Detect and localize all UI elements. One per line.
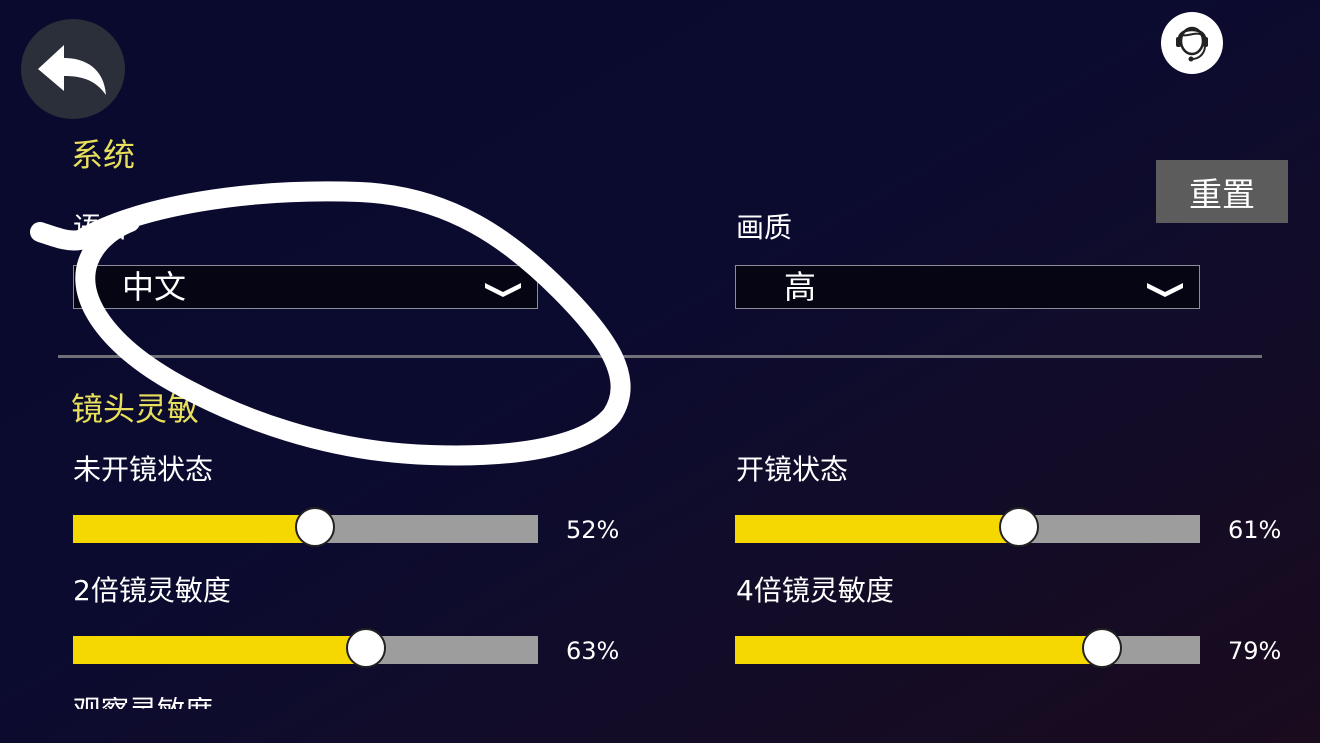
customer-support-icon [1176,26,1208,62]
slider-thumb[interactable] [345,628,386,668]
reset-button[interactable]: 重置 [1156,160,1288,223]
slider-label-observe-cutoff: 观察灵敏度 [73,697,213,709]
slider-thumb[interactable] [998,507,1039,547]
slider-value-scoped: 61% [1228,516,1282,544]
quality-label: 画质 [736,211,793,244]
slider-fill [735,636,1103,664]
back-button[interactable] [21,19,125,119]
slider-fill [73,636,366,664]
slider-label-2x-scope: 2倍镜灵敏度 [73,574,231,607]
slider-2x-scope[interactable] [73,628,538,668]
slider-label-unscoped: 未开镜状态 [73,453,214,486]
slider-value-unscoped: 52% [566,516,620,544]
chevron-down-icon [1147,283,1183,297]
language-dropdown[interactable]: 中文 [73,265,538,309]
language-label: 语言 [73,211,130,244]
slider-label-scoped: 开镜状态 [736,453,849,486]
quality-dropdown[interactable]: 高 [735,265,1200,309]
section-title-system: 系统 [71,136,136,174]
slider-value-2x-scope: 63% [566,637,620,665]
slider-4x-scope[interactable] [735,628,1200,668]
customer-support-button[interactable] [1161,12,1223,74]
quality-value: 高 [784,268,817,306]
hand-drawn-circle-annotation [30,181,631,466]
language-value: 中文 [122,268,187,306]
slider-unscoped[interactable] [73,507,538,547]
slider-thumb[interactable] [294,507,335,547]
slider-value-4x-scope: 79% [1228,637,1282,665]
back-arrow-icon [38,45,106,95]
slider-fill [73,515,315,543]
slider-fill [735,515,1019,543]
section-title-camera-sensitivity: 镜头灵敏 [71,390,200,428]
slider-label-4x-scope: 4倍镜灵敏度 [736,574,894,607]
chevron-down-icon [485,283,521,297]
slider-scoped[interactable] [735,507,1200,547]
section-divider [58,355,1262,358]
slider-thumb[interactable] [1082,628,1123,668]
